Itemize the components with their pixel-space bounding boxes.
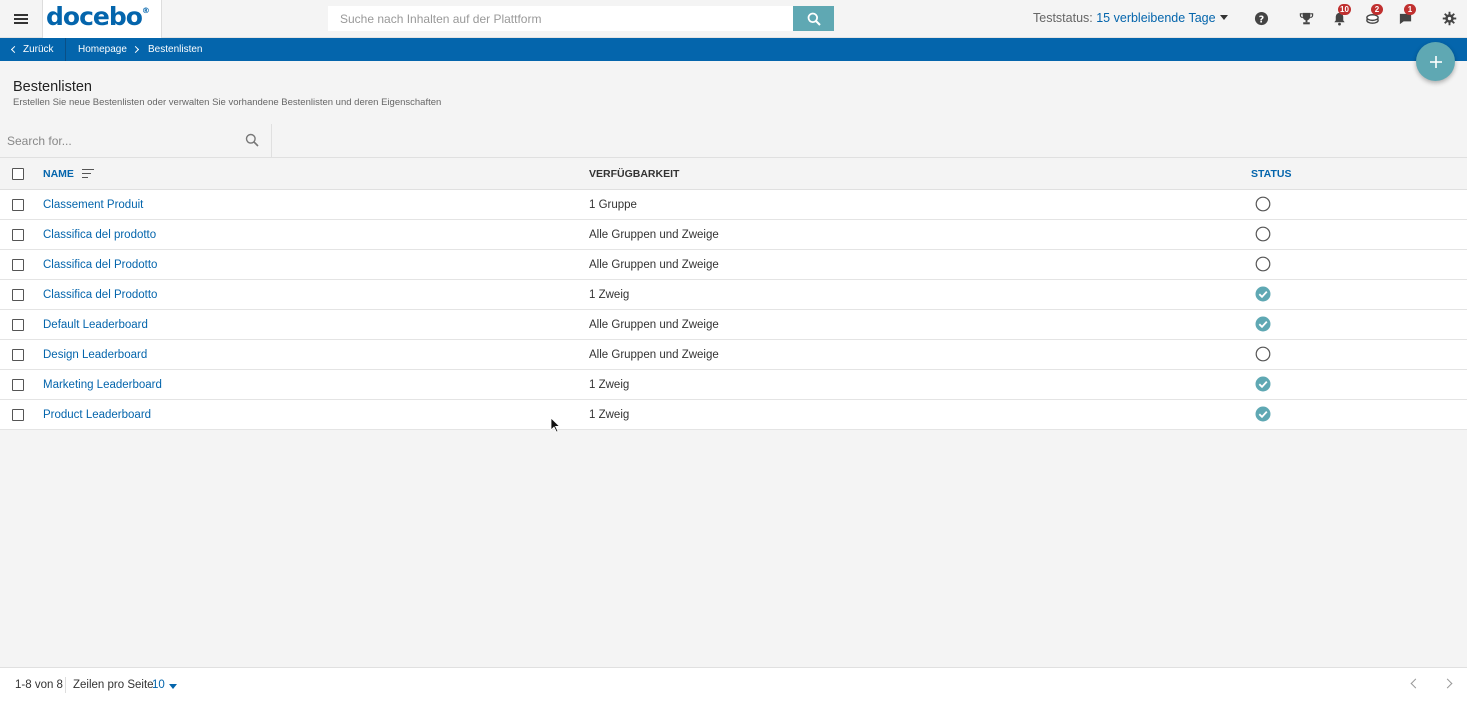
- table-search-input[interactable]: [0, 124, 272, 158]
- breadcrumb-current: Bestenlisten: [148, 44, 203, 55]
- empty-circle-icon[interactable]: [1255, 196, 1271, 212]
- filter-bar: [0, 124, 1467, 158]
- caret-down-icon[interactable]: [169, 684, 177, 689]
- messages-badge: 1: [1404, 4, 1416, 15]
- availability-value: 1 Zweig: [589, 409, 630, 421]
- settings-button[interactable]: [1442, 11, 1458, 27]
- logo-container[interactable]: docebo®: [42, 0, 162, 38]
- previous-page-button[interactable]: [1410, 678, 1421, 689]
- trial-status-label: Teststatus:: [1033, 11, 1097, 25]
- table-header: NAME VERFÜGBARKEIT STATUS: [0, 159, 1467, 190]
- availability-value: Alle Gruppen und Zweige: [589, 229, 719, 241]
- table-row: Classement Produit 1 Gruppe: [0, 190, 1467, 220]
- search-icon: [807, 12, 821, 26]
- availability-value: Alle Gruppen und Zweige: [589, 319, 719, 331]
- column-header-name[interactable]: NAME: [43, 168, 74, 180]
- messages-button[interactable]: 1: [1398, 4, 1416, 27]
- availability-value: Alle Gruppen und Zweige: [589, 349, 719, 361]
- check-circle-icon[interactable]: [1255, 316, 1271, 332]
- achievements-button[interactable]: [1299, 11, 1315, 27]
- row-checkbox[interactable]: [12, 259, 24, 271]
- trial-days: 15 verbleibende Tage: [1096, 11, 1216, 25]
- column-header-status[interactable]: STATUS: [1251, 168, 1291, 180]
- footer-divider: [65, 677, 66, 693]
- row-checkbox[interactable]: [12, 319, 24, 331]
- trial-status-dropdown[interactable]: Teststatus: 15 verbleibende Tage: [1033, 11, 1228, 25]
- leaderboard-name-link[interactable]: Classement Produit: [43, 199, 143, 211]
- leaderboard-name-link[interactable]: Marketing Leaderboard: [43, 379, 162, 391]
- availability-value: Alle Gruppen und Zweige: [589, 259, 719, 271]
- docebo-logo: docebo®: [46, 2, 150, 31]
- check-circle-icon[interactable]: [1255, 376, 1271, 392]
- table-row: Design Leaderboard Alle Gruppen und Zweig…: [0, 340, 1467, 370]
- leaderboard-name-link[interactable]: Classifica del prodotto: [43, 229, 156, 241]
- leaderboard-name-link[interactable]: Classifica del Prodotto: [43, 259, 157, 271]
- leaderboard-name-link[interactable]: Default Leaderboard: [43, 319, 148, 331]
- breadcrumb: Zurück Homepage Bestenlisten: [0, 38, 1467, 61]
- row-checkbox[interactable]: [12, 199, 24, 211]
- availability-value: 1 Zweig: [589, 289, 630, 301]
- availability-value: 1 Zweig: [589, 379, 630, 391]
- back-label: Zurück: [23, 44, 54, 55]
- table-row: Product Leaderboard 1 Zweig: [0, 400, 1467, 430]
- availability-value: 1 Gruppe: [589, 199, 637, 211]
- page-title: Bestenlisten: [13, 79, 92, 95]
- leaderboard-name-link[interactable]: Classifica del Prodotto: [43, 289, 157, 301]
- table-row: Marketing Leaderboard 1 Zweig: [0, 370, 1467, 400]
- menu-icon: [14, 14, 28, 24]
- leaderboard-name-link[interactable]: Product Leaderboard: [43, 409, 151, 421]
- select-all-checkbox[interactable]: [12, 168, 24, 180]
- back-link[interactable]: Zurück: [0, 38, 66, 61]
- empty-circle-icon[interactable]: [1255, 346, 1271, 362]
- check-circle-icon[interactable]: [1255, 286, 1271, 302]
- pagination-range: 1-8 von 8: [15, 679, 63, 691]
- column-header-availability: VERFÜGBARKEIT: [589, 168, 680, 180]
- coins-button[interactable]: 2: [1365, 4, 1383, 27]
- sort-icon[interactable]: [82, 169, 94, 178]
- plus-icon: [1429, 55, 1442, 68]
- rows-per-page-label: Zeilen pro Seite: [73, 679, 154, 691]
- caret-down-icon: [1219, 15, 1228, 20]
- svg-text:?: ?: [1259, 14, 1264, 25]
- platform-search-input[interactable]: [328, 6, 793, 31]
- search-icon[interactable]: [245, 133, 259, 147]
- trophy-icon: [1299, 12, 1314, 25]
- gear-icon: [1442, 11, 1457, 26]
- page-subtitle: Erstellen Sie neue Bestenlisten oder ver…: [13, 97, 442, 108]
- leaderboards-table: NAME VERFÜGBARKEIT STATUS Classement Pro…: [0, 159, 1467, 430]
- row-checkbox[interactable]: [12, 349, 24, 361]
- notifications-badge: 10: [1338, 4, 1351, 15]
- breadcrumb-home-link[interactable]: Homepage: [78, 44, 127, 55]
- empty-circle-icon[interactable]: [1255, 256, 1271, 272]
- rows-per-page-select[interactable]: 10: [152, 679, 165, 691]
- notifications-button[interactable]: 10: [1332, 4, 1351, 27]
- row-checkbox[interactable]: [12, 409, 24, 421]
- table-row: Classifica del Prodotto Alle Gruppen und …: [0, 250, 1467, 280]
- platform-search-button[interactable]: [793, 6, 834, 31]
- help-icon: ?: [1254, 11, 1269, 25]
- empty-circle-icon[interactable]: [1255, 226, 1271, 242]
- table-row: Classifica del Prodotto 1 Zweig: [0, 280, 1467, 310]
- chevron-left-icon: [10, 45, 19, 54]
- row-checkbox[interactable]: [12, 229, 24, 241]
- row-checkbox[interactable]: [12, 379, 24, 391]
- table-row: Default Leaderboard Alle Gruppen und Zwei…: [0, 310, 1467, 340]
- check-circle-icon[interactable]: [1255, 406, 1271, 422]
- pagination-footer: 1-8 von 8 Zeilen pro Seite 10: [0, 667, 1467, 701]
- leaderboard-name-link[interactable]: Design Leaderboard: [43, 349, 147, 361]
- next-page-button[interactable]: [1442, 678, 1453, 689]
- table-row: Classifica del prodotto Alle Gruppen und …: [0, 220, 1467, 250]
- row-checkbox[interactable]: [12, 289, 24, 301]
- help-button[interactable]: ?: [1254, 11, 1270, 27]
- chevron-right-icon: [131, 45, 140, 54]
- menu-button[interactable]: [0, 0, 42, 38]
- coins-badge: 2: [1371, 4, 1383, 15]
- mouse-cursor-icon: [550, 417, 560, 433]
- add-leaderboard-button[interactable]: [1416, 42, 1455, 81]
- top-bar: docebo® Teststatus: 15 verbleibende Tage…: [0, 0, 1467, 38]
